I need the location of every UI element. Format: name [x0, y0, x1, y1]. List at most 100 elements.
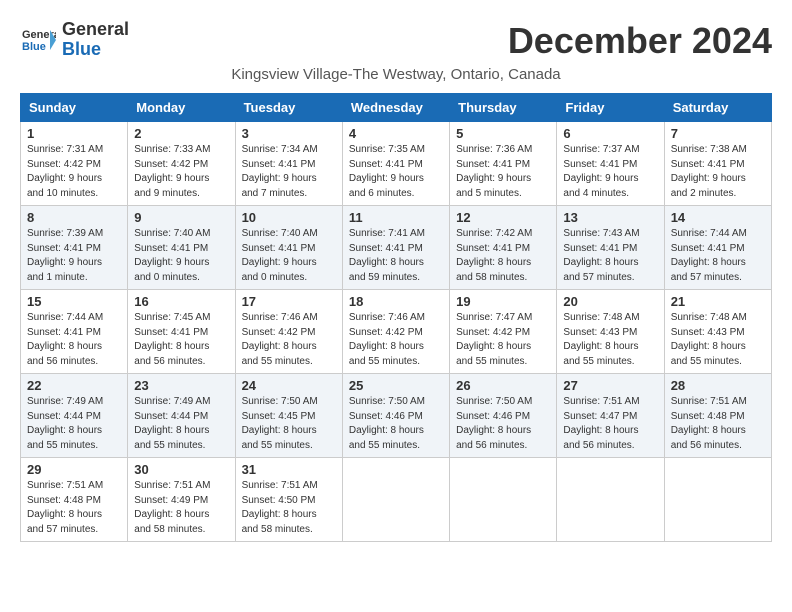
- logo-icon: General Blue: [20, 22, 56, 58]
- calendar-cell: 9 Sunrise: 7:40 AM Sunset: 4:41 PM Dayli…: [128, 206, 235, 290]
- cell-details: Sunrise: 7:35 AM Sunset: 4:41 PM Dayligh…: [349, 143, 443, 201]
- calendar-cell: 1 Sunrise: 7:31 AM Sunset: 4:42 PM Dayli…: [21, 122, 128, 206]
- cell-details: Sunrise: 7:34 AM Sunset: 4:41 PM Dayligh…: [242, 143, 336, 201]
- cell-details: Sunrise: 7:46 AM Sunset: 4:42 PM Dayligh…: [349, 311, 443, 369]
- day-number: 5: [456, 126, 550, 141]
- calendar-cell: 25 Sunrise: 7:50 AM Sunset: 4:46 PM Dayl…: [342, 374, 449, 458]
- svg-text:Blue: Blue: [22, 41, 46, 53]
- cell-details: Sunrise: 7:41 AM Sunset: 4:41 PM Dayligh…: [349, 227, 443, 285]
- col-saturday: Saturday: [664, 94, 771, 122]
- day-number: 21: [671, 294, 765, 309]
- day-number: 11: [349, 210, 443, 225]
- calendar-week-row: 15 Sunrise: 7:44 AM Sunset: 4:41 PM Dayl…: [21, 290, 772, 374]
- calendar-cell: 10 Sunrise: 7:40 AM Sunset: 4:41 PM Dayl…: [235, 206, 342, 290]
- day-number: 12: [456, 210, 550, 225]
- calendar-cell: 30 Sunrise: 7:51 AM Sunset: 4:49 PM Dayl…: [128, 458, 235, 542]
- cell-details: Sunrise: 7:33 AM Sunset: 4:42 PM Dayligh…: [134, 143, 228, 201]
- calendar-cell: [450, 458, 557, 542]
- day-number: 1: [27, 126, 121, 141]
- cell-details: Sunrise: 7:51 AM Sunset: 4:50 PM Dayligh…: [242, 479, 336, 537]
- cell-details: Sunrise: 7:49 AM Sunset: 4:44 PM Dayligh…: [27, 395, 121, 453]
- day-number: 19: [456, 294, 550, 309]
- day-number: 20: [563, 294, 657, 309]
- calendar-cell: 8 Sunrise: 7:39 AM Sunset: 4:41 PM Dayli…: [21, 206, 128, 290]
- calendar-cell: 31 Sunrise: 7:51 AM Sunset: 4:50 PM Dayl…: [235, 458, 342, 542]
- cell-details: Sunrise: 7:44 AM Sunset: 4:41 PM Dayligh…: [671, 227, 765, 285]
- calendar-cell: 20 Sunrise: 7:48 AM Sunset: 4:43 PM Dayl…: [557, 290, 664, 374]
- calendar-cell: 7 Sunrise: 7:38 AM Sunset: 4:41 PM Dayli…: [664, 122, 771, 206]
- calendar-cell: 12 Sunrise: 7:42 AM Sunset: 4:41 PM Dayl…: [450, 206, 557, 290]
- calendar-cell: 18 Sunrise: 7:46 AM Sunset: 4:42 PM Dayl…: [342, 290, 449, 374]
- day-number: 26: [456, 378, 550, 393]
- cell-details: Sunrise: 7:51 AM Sunset: 4:48 PM Dayligh…: [671, 395, 765, 453]
- cell-details: Sunrise: 7:40 AM Sunset: 4:41 PM Dayligh…: [242, 227, 336, 285]
- calendar-cell: 14 Sunrise: 7:44 AM Sunset: 4:41 PM Dayl…: [664, 206, 771, 290]
- calendar-week-row: 22 Sunrise: 7:49 AM Sunset: 4:44 PM Dayl…: [21, 374, 772, 458]
- calendar-cell: 26 Sunrise: 7:50 AM Sunset: 4:46 PM Dayl…: [450, 374, 557, 458]
- cell-details: Sunrise: 7:50 AM Sunset: 4:45 PM Dayligh…: [242, 395, 336, 453]
- calendar-cell: 4 Sunrise: 7:35 AM Sunset: 4:41 PM Dayli…: [342, 122, 449, 206]
- col-sunday: Sunday: [21, 94, 128, 122]
- col-friday: Friday: [557, 94, 664, 122]
- cell-details: Sunrise: 7:44 AM Sunset: 4:41 PM Dayligh…: [27, 311, 121, 369]
- calendar-cell: 19 Sunrise: 7:47 AM Sunset: 4:42 PM Dayl…: [450, 290, 557, 374]
- day-number: 27: [563, 378, 657, 393]
- calendar-cell: [557, 458, 664, 542]
- calendar-cell: 24 Sunrise: 7:50 AM Sunset: 4:45 PM Dayl…: [235, 374, 342, 458]
- cell-details: Sunrise: 7:36 AM Sunset: 4:41 PM Dayligh…: [456, 143, 550, 201]
- calendar-cell: 21 Sunrise: 7:48 AM Sunset: 4:43 PM Dayl…: [664, 290, 771, 374]
- day-number: 25: [349, 378, 443, 393]
- cell-details: Sunrise: 7:39 AM Sunset: 4:41 PM Dayligh…: [27, 227, 121, 285]
- day-number: 2: [134, 126, 228, 141]
- day-number: 29: [27, 462, 121, 477]
- cell-details: Sunrise: 7:49 AM Sunset: 4:44 PM Dayligh…: [134, 395, 228, 453]
- cell-details: Sunrise: 7:43 AM Sunset: 4:41 PM Dayligh…: [563, 227, 657, 285]
- day-number: 30: [134, 462, 228, 477]
- calendar-cell: 29 Sunrise: 7:51 AM Sunset: 4:48 PM Dayl…: [21, 458, 128, 542]
- cell-details: Sunrise: 7:37 AM Sunset: 4:41 PM Dayligh…: [563, 143, 657, 201]
- day-number: 23: [134, 378, 228, 393]
- day-number: 17: [242, 294, 336, 309]
- calendar-cell: 6 Sunrise: 7:37 AM Sunset: 4:41 PM Dayli…: [557, 122, 664, 206]
- calendar-header-row: Sunday Monday Tuesday Wednesday Thursday…: [21, 94, 772, 122]
- cell-details: Sunrise: 7:45 AM Sunset: 4:41 PM Dayligh…: [134, 311, 228, 369]
- cell-details: Sunrise: 7:47 AM Sunset: 4:42 PM Dayligh…: [456, 311, 550, 369]
- cell-details: Sunrise: 7:46 AM Sunset: 4:42 PM Dayligh…: [242, 311, 336, 369]
- cell-details: Sunrise: 7:50 AM Sunset: 4:46 PM Dayligh…: [349, 395, 443, 453]
- cell-details: Sunrise: 7:51 AM Sunset: 4:47 PM Dayligh…: [563, 395, 657, 453]
- col-tuesday: Tuesday: [235, 94, 342, 122]
- cell-details: Sunrise: 7:50 AM Sunset: 4:46 PM Dayligh…: [456, 395, 550, 453]
- calendar-cell: 5 Sunrise: 7:36 AM Sunset: 4:41 PM Dayli…: [450, 122, 557, 206]
- calendar-cell: [342, 458, 449, 542]
- calendar-cell: 23 Sunrise: 7:49 AM Sunset: 4:44 PM Dayl…: [128, 374, 235, 458]
- cell-details: Sunrise: 7:38 AM Sunset: 4:41 PM Dayligh…: [671, 143, 765, 201]
- header: General Blue General Blue December 2024: [20, 20, 772, 62]
- calendar-week-row: 29 Sunrise: 7:51 AM Sunset: 4:48 PM Dayl…: [21, 458, 772, 542]
- day-number: 4: [349, 126, 443, 141]
- month-title: December 2024: [508, 20, 772, 62]
- calendar-week-row: 1 Sunrise: 7:31 AM Sunset: 4:42 PM Dayli…: [21, 122, 772, 206]
- cell-details: Sunrise: 7:51 AM Sunset: 4:49 PM Dayligh…: [134, 479, 228, 537]
- cell-details: Sunrise: 7:31 AM Sunset: 4:42 PM Dayligh…: [27, 143, 121, 201]
- day-number: 16: [134, 294, 228, 309]
- cell-details: Sunrise: 7:40 AM Sunset: 4:41 PM Dayligh…: [134, 227, 228, 285]
- day-number: 15: [27, 294, 121, 309]
- calendar-cell: [664, 458, 771, 542]
- calendar-table: Sunday Monday Tuesday Wednesday Thursday…: [20, 93, 772, 542]
- calendar-week-row: 8 Sunrise: 7:39 AM Sunset: 4:41 PM Dayli…: [21, 206, 772, 290]
- day-number: 7: [671, 126, 765, 141]
- day-number: 22: [27, 378, 121, 393]
- day-number: 24: [242, 378, 336, 393]
- cell-details: Sunrise: 7:51 AM Sunset: 4:48 PM Dayligh…: [27, 479, 121, 537]
- day-number: 31: [242, 462, 336, 477]
- day-number: 18: [349, 294, 443, 309]
- day-number: 3: [242, 126, 336, 141]
- calendar-cell: 2 Sunrise: 7:33 AM Sunset: 4:42 PM Dayli…: [128, 122, 235, 206]
- col-monday: Monday: [128, 94, 235, 122]
- col-wednesday: Wednesday: [342, 94, 449, 122]
- page-container: General Blue General Blue December 2024 …: [20, 20, 772, 542]
- logo-text: General Blue: [62, 20, 129, 60]
- calendar-cell: 3 Sunrise: 7:34 AM Sunset: 4:41 PM Dayli…: [235, 122, 342, 206]
- day-number: 28: [671, 378, 765, 393]
- calendar-cell: 16 Sunrise: 7:45 AM Sunset: 4:41 PM Dayl…: [128, 290, 235, 374]
